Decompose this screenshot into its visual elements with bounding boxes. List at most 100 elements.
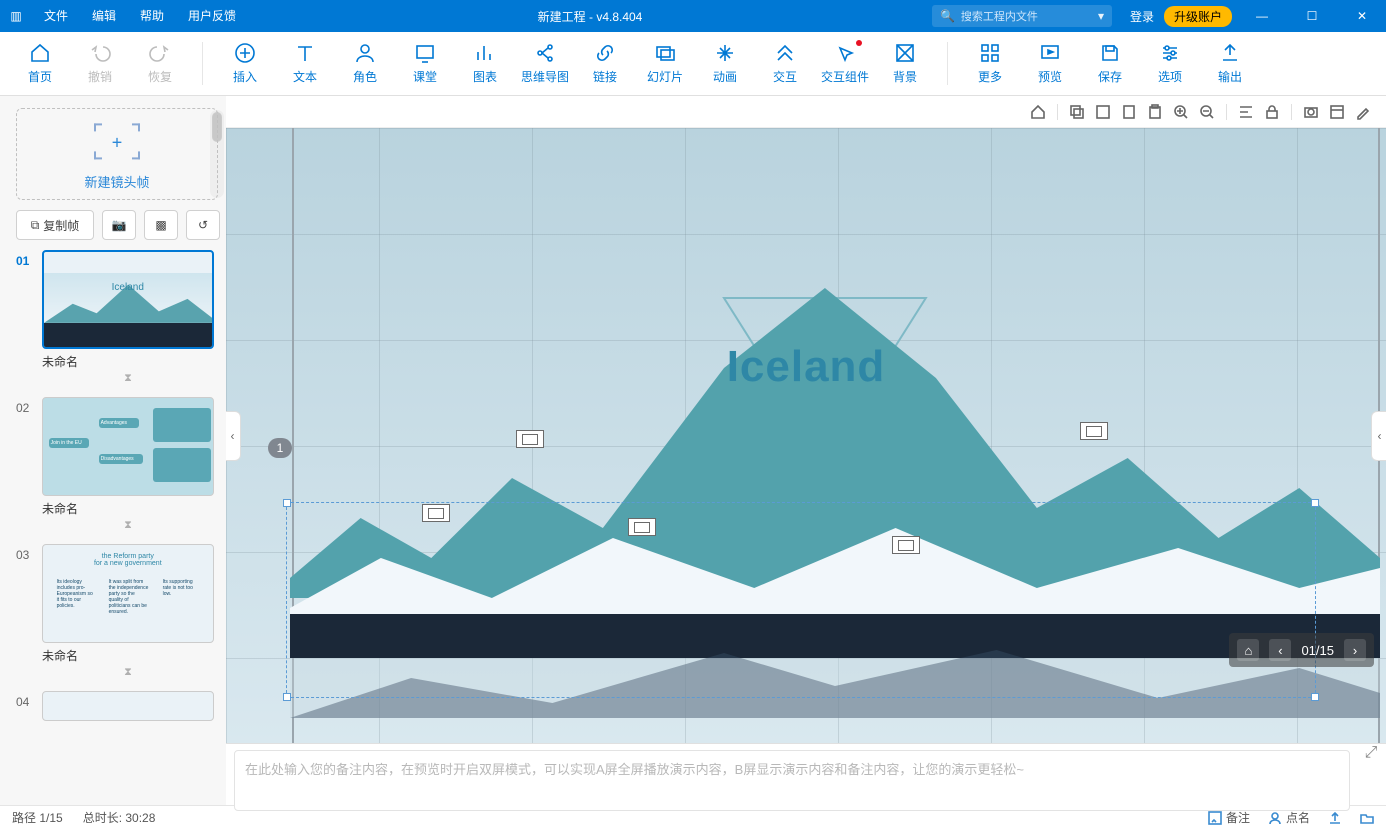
lock-icon[interactable]	[1263, 103, 1281, 121]
undo-icon	[89, 42, 111, 64]
link-button[interactable]: 链接	[575, 32, 635, 95]
duration-icon: ⧗	[16, 664, 214, 683]
search-placeholder: 搜索工程内文件	[961, 8, 1098, 24]
home-button[interactable]: 首页	[10, 32, 70, 95]
bg-button[interactable]: 背景	[875, 32, 935, 95]
camera-button[interactable]: 📷	[102, 210, 136, 240]
align-icon[interactable]	[1237, 103, 1255, 121]
search-input[interactable]: 🔍 搜索工程内文件 ▾	[932, 5, 1112, 27]
person-icon	[354, 42, 376, 64]
swap-button[interactable]: ↺	[186, 210, 220, 240]
home-nav-icon[interactable]	[1029, 103, 1047, 121]
search-icon: 🔍	[940, 9, 955, 23]
slide-thumb-03[interactable]: 03 the Reform partyfor a new government …	[16, 544, 214, 683]
status-folder-icon[interactable]	[1360, 811, 1374, 825]
chart-button[interactable]: 图表	[455, 32, 515, 95]
board-icon	[414, 42, 436, 64]
slide-thumb-02[interactable]: 02 Join in the EU Advantages Disadvantag…	[16, 397, 214, 536]
role-button[interactable]: 角色	[335, 32, 395, 95]
interact-comp-button[interactable]: 交互组件	[815, 32, 875, 95]
plus-circle-icon	[234, 42, 256, 64]
status-roll-button[interactable]: 点名	[1268, 809, 1310, 826]
edit-icon[interactable]	[1354, 103, 1372, 121]
options-button[interactable]: 选项	[1140, 32, 1200, 95]
redo-icon	[149, 42, 171, 64]
nav-next-button[interactable]: ›	[1344, 639, 1366, 661]
background-icon	[894, 42, 916, 64]
status-upload-icon[interactable]	[1328, 811, 1342, 825]
qr-button[interactable]: ▩	[144, 210, 178, 240]
menu-feedback[interactable]: 用户反馈	[176, 0, 248, 32]
slides-list: 01 Iceland 未命名 ⧗ 02 Join in the EU	[16, 250, 218, 721]
copy-icon[interactable]	[1068, 103, 1086, 121]
nav-prev-button[interactable]: ‹	[1269, 639, 1291, 661]
canvas-stage[interactable]: Iceland 1 ⌂ ‹ 01/15 › ‹ ‹	[226, 128, 1386, 743]
mindmap-button[interactable]: 思维导图	[515, 32, 575, 95]
menu-edit[interactable]: 编辑	[80, 0, 128, 32]
link-icon	[594, 42, 616, 64]
preview-button[interactable]: 预览	[1020, 32, 1080, 95]
login-link[interactable]: 登录	[1130, 8, 1154, 25]
expand-notes-button[interactable]: ⤢	[1356, 744, 1386, 772]
interact-button[interactable]: 交互	[755, 32, 815, 95]
minimize-button[interactable]: —	[1242, 0, 1282, 32]
output-button[interactable]: 输出	[1200, 32, 1260, 95]
toolbar: 首页 撤销 恢复 插入 文本 角色 课堂 图表 思维导图 链接 幻灯片 动画 交…	[0, 32, 1386, 96]
clipboard-icon[interactable]	[1146, 103, 1164, 121]
frame-marker[interactable]	[516, 430, 544, 448]
home-icon	[29, 42, 51, 64]
copy-frame-button[interactable]: ⧉复制帧	[16, 210, 94, 240]
notes-panel: ⤢	[226, 743, 1386, 805]
collapse-left-button[interactable]: ‹	[226, 411, 241, 461]
close-button[interactable]: ✕	[1342, 0, 1382, 32]
play-icon	[1039, 42, 1061, 64]
anim-button[interactable]: 动画	[695, 32, 755, 95]
canvas-area: Iceland 1 ⌂ ‹ 01/15 › ‹ ‹	[226, 96, 1386, 805]
slide-button[interactable]: 幻灯片	[635, 32, 695, 95]
duration-icon: ⧗	[16, 517, 214, 536]
maximize-button[interactable]: ☐	[1292, 0, 1332, 32]
menu-help[interactable]: 帮助	[128, 0, 176, 32]
save-button[interactable]: 保存	[1080, 32, 1140, 95]
class-button[interactable]: 课堂	[395, 32, 455, 95]
slide-thumb-01[interactable]: 01 Iceland 未命名 ⧗	[16, 250, 214, 389]
title-bar: ▥ 文件 编辑 帮助 用户反馈 新建工程 - v4.8.404 🔍 搜索工程内文…	[0, 0, 1386, 32]
menu-file[interactable]: 文件	[32, 0, 80, 32]
interact-icon	[774, 42, 796, 64]
duration-icon: ⧗	[16, 370, 214, 389]
chevron-down-icon[interactable]: ▾	[1098, 9, 1104, 23]
slide-thumb-04[interactable]: 04	[16, 691, 214, 721]
new-frame-button[interactable]: + 新建镜头帧	[16, 108, 218, 200]
sparkle-icon	[714, 42, 736, 64]
save-icon	[1099, 42, 1121, 64]
canvas-title-text[interactable]: Iceland	[226, 342, 1386, 392]
text-icon	[294, 42, 316, 64]
cut-icon[interactable]	[1094, 103, 1112, 121]
main-menu: 文件 编辑 帮助 用户反馈	[32, 0, 248, 32]
cursor-click-icon	[834, 42, 856, 64]
plus-icon: +	[112, 132, 123, 153]
status-remark-button[interactable]: 备注	[1208, 809, 1250, 826]
selection-box[interactable]	[286, 502, 1316, 698]
copy-icon: ⧉	[31, 218, 40, 233]
upgrade-button[interactable]: 升级账户	[1164, 6, 1232, 27]
frame-index-badge: 1	[268, 438, 292, 458]
insert-button[interactable]: 插入	[215, 32, 275, 95]
paste-icon[interactable]	[1120, 103, 1138, 121]
nav-home-button[interactable]: ⌂	[1237, 639, 1259, 661]
camera-icon[interactable]	[1302, 103, 1320, 121]
zoom-in-icon[interactable]	[1172, 103, 1190, 121]
zoom-out-icon[interactable]	[1198, 103, 1216, 121]
frame-marker[interactable]	[1080, 422, 1108, 440]
slide-sidebar: + 新建镜头帧 ⧉复制帧 📷 ▩ ↺ 01 Iceland 未命名	[0, 96, 226, 805]
collapse-right-button[interactable]: ‹	[1371, 411, 1386, 461]
nav-page-indicator: 01/15	[1301, 643, 1334, 658]
more-button[interactable]: 更多	[960, 32, 1020, 95]
bar-chart-icon	[474, 42, 496, 64]
template-icon[interactable]	[1328, 103, 1346, 121]
undo-button[interactable]: 撤销	[70, 32, 130, 95]
export-icon	[1219, 42, 1241, 64]
text-button[interactable]: 文本	[275, 32, 335, 95]
redo-button[interactable]: 恢复	[130, 32, 190, 95]
notes-input[interactable]	[234, 750, 1350, 811]
